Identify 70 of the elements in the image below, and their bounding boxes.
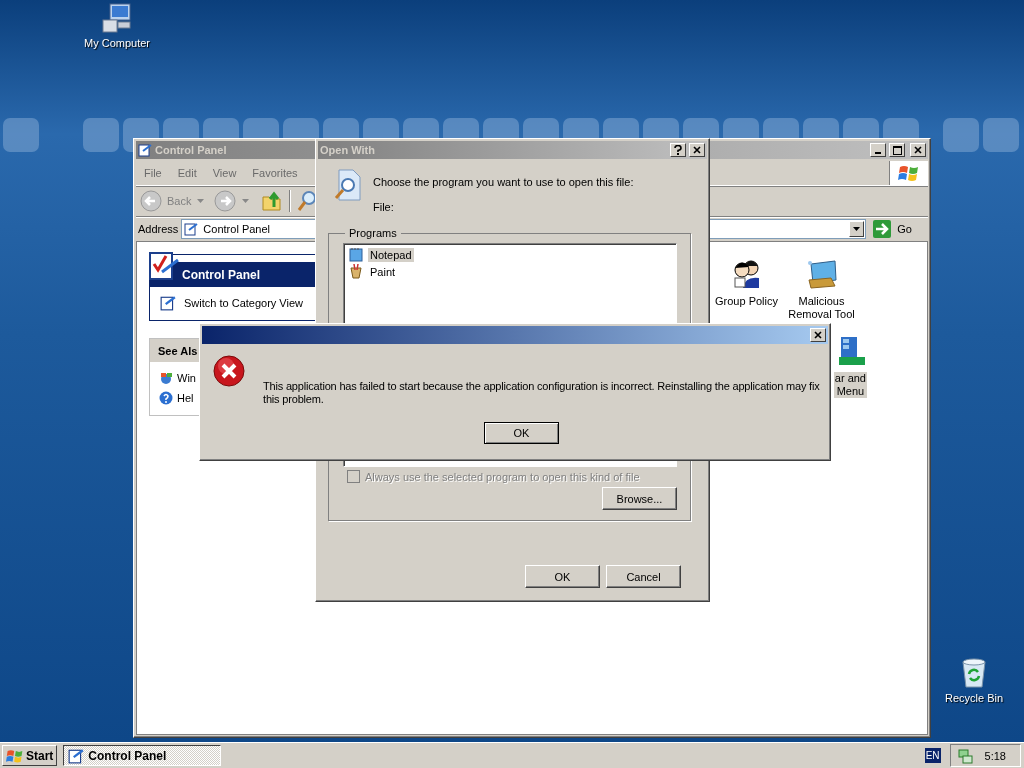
item-label[interactable]: Malicious Removal Tool: [787, 295, 856, 321]
menu-item[interactable]: Edit: [169, 167, 205, 179]
language-indicator[interactable]: EN: [924, 748, 941, 763]
help-button[interactable]: [670, 143, 686, 157]
maximize-button[interactable]: [889, 143, 905, 157]
taskbar-button[interactable]: Control Panel: [63, 745, 222, 766]
menu-item[interactable]: View: [204, 167, 245, 179]
clock: 5:18: [984, 749, 1006, 762]
wallpaper-tile: [3, 118, 39, 152]
menu-item[interactable]: Favorites: [244, 167, 306, 179]
desktop-icon-label[interactable]: My Computer: [84, 37, 150, 49]
computer-icon[interactable]: [100, 2, 134, 34]
control-panel-icon: [184, 222, 199, 236]
close-button[interactable]: [689, 143, 705, 157]
close-icon: [914, 146, 922, 154]
program-item[interactable]: Paint: [368, 264, 398, 279]
wallpaper-tile: [83, 118, 119, 152]
task-box-title: Control Panel: [182, 267, 260, 282]
cancel-button[interactable]: Cancel: [606, 565, 681, 588]
desktop-icon-label[interactable]: Recycle Bin: [944, 692, 1004, 704]
item-label[interactable]: Group Policy: [714, 295, 779, 308]
group-label: Programs: [348, 227, 398, 239]
flag-icon: [898, 164, 920, 182]
browse-button[interactable]: Browse...: [602, 487, 677, 510]
close-button[interactable]: [810, 328, 826, 342]
go-button[interactable]: Go: [869, 220, 926, 238]
dropdown-button[interactable]: [849, 221, 865, 237]
taskbar-icon[interactable]: [837, 335, 867, 367]
address-value: Control Panel: [203, 223, 270, 235]
minimize-button[interactable]: [870, 143, 886, 157]
window-title: Open With: [320, 144, 375, 156]
flag-icon: [6, 747, 24, 764]
close-icon: [814, 331, 822, 339]
error-icon: [213, 355, 245, 387]
see-also-title: See Als: [158, 344, 198, 357]
question-mark-icon: [674, 145, 682, 155]
network-icon[interactable]: [956, 747, 973, 764]
wallpaper-tile: [983, 118, 1019, 152]
category-view-link[interactable]: Switch to Category View: [184, 297, 304, 309]
close-icon: [693, 146, 701, 154]
globe-icon: [159, 371, 173, 385]
help-icon: [159, 391, 173, 405]
file-search-icon: [333, 169, 363, 203]
ok-button[interactable]: OK: [525, 565, 600, 588]
caret-icon: [853, 227, 861, 231]
program-item[interactable]: Notepad: [368, 247, 414, 262]
close-button[interactable]: [910, 143, 926, 157]
recycle-bin-icon[interactable]: [959, 657, 989, 689]
notepad-icon[interactable]: [349, 247, 363, 262]
file-label: File:: [373, 201, 395, 213]
control-panel-icon: [138, 143, 152, 157]
paint-cup-icon[interactable]: [349, 264, 363, 279]
wallpaper-tile: [943, 118, 979, 152]
maximize-icon: [892, 145, 902, 155]
see-also-link[interactable]: Hel: [177, 392, 194, 404]
start-button[interactable]: Start: [2, 745, 58, 766]
error-message: This application has failed to start because the application configuration is incorrect. Reinstalling the application may fix this problem.: [263, 380, 820, 406]
ok-button[interactable]: OK: [484, 422, 559, 444]
item-label[interactable]: ar and Menu: [833, 372, 867, 398]
forward-icon[interactable]: [214, 190, 237, 212]
menu-item[interactable]: File: [136, 167, 170, 179]
control-panel-icon: [68, 747, 85, 764]
checkbox-label: Always use the selected program to open this kind of file: [365, 470, 640, 483]
see-also-link[interactable]: Win: [177, 372, 196, 384]
address-label: Address: [138, 223, 179, 235]
window-title: Control Panel: [155, 144, 227, 156]
search-icon[interactable]: [297, 190, 318, 212]
prompt-text: Choose the program you want to use to open this file:: [373, 176, 634, 188]
control-panel-icon: [160, 295, 176, 311]
arrow-icon: [873, 220, 892, 238]
